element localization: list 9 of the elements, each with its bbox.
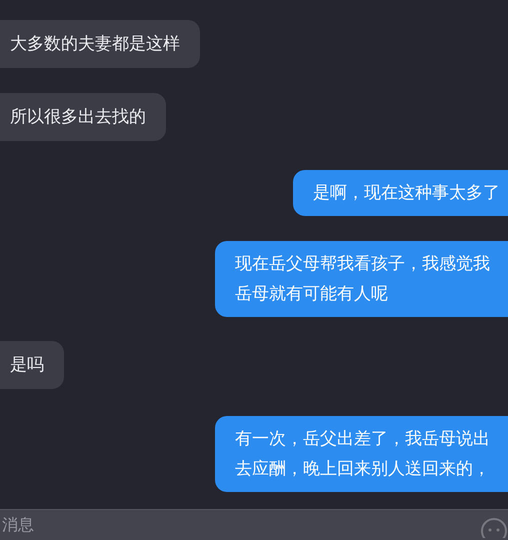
message-bubble: 是啊，现在这种事太多了 (293, 170, 508, 216)
message-bubble: 大多数的夫妻都是这样 (0, 20, 200, 68)
message-bubble: 所以很多出去找的 (0, 93, 166, 141)
message-bubble: 有一次，岳父出差了，我岳母说出去应酬，晚上回来别人送回来的， (215, 416, 508, 492)
message-bubble: 是吗 (0, 341, 64, 389)
message-bubble: 现在岳父母帮我看孩子，我感觉我岳母就有可能有人呢 (215, 241, 508, 317)
message-field[interactable]: 消息 (0, 510, 508, 540)
emoji-icon[interactable] (478, 518, 508, 538)
message-input[interactable]: 消息 (2, 512, 302, 538)
